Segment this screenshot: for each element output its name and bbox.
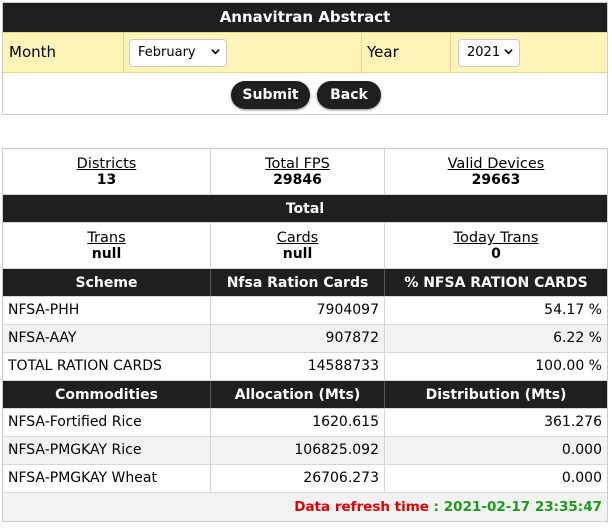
allocation-value: 26706.273 <box>211 465 385 492</box>
submit-button[interactable]: Submit <box>231 81 310 109</box>
today-trans-link[interactable]: Today Trans <box>385 230 607 246</box>
filter-panel: Annavitran Abstract Month February Year … <box>2 2 608 115</box>
column-header: Allocation (Mts) <box>211 381 385 408</box>
districts-link[interactable]: Districts <box>3 156 210 172</box>
refresh-time: 2021-02-17 23:35:47 <box>443 499 602 515</box>
districts-cell: Districts 13 <box>3 149 211 194</box>
table-row: NFSA-PMGKAY Wheat 26706.273 0.000 <box>3 465 607 493</box>
trans-cell: Trans null <box>3 223 211 268</box>
cards-cell: Cards null <box>211 223 385 268</box>
fps-cell: Total FPS 29846 <box>211 149 385 194</box>
trans-value: null <box>91 246 122 262</box>
chevron-down-icon <box>211 49 220 55</box>
month-select[interactable]: February <box>129 39 227 67</box>
percent-value: 54.17 % <box>544 302 602 318</box>
table-row: NFSA-Fortified Rice 1620.615 361.276 <box>3 409 607 437</box>
month-label: Month <box>9 43 57 61</box>
distribution-value: 361.276 <box>544 414 602 430</box>
commodity-table-header: Commodities Allocation (Mts) Distributio… <box>3 381 607 409</box>
column-header: Scheme <box>3 269 211 296</box>
button-row: Submit Back <box>3 73 607 113</box>
refresh-row: Data refresh time : 2021-02-17 23:35:47 <box>3 493 607 521</box>
filter-row: Month February Year 2021 <box>3 32 607 73</box>
scheme-name: TOTAL RATION CARDS <box>3 353 211 380</box>
total-row: Trans null Cards null Today Trans 0 <box>3 223 607 269</box>
column-header: Nfsa Ration Cards <box>211 269 385 296</box>
cards-value: null <box>282 246 313 262</box>
distribution-value: 0.000 <box>561 470 602 486</box>
column-header: Distribution (Mts) <box>425 387 567 403</box>
chevron-down-icon <box>504 49 513 55</box>
refresh-separator: : <box>433 499 440 515</box>
today-trans-value: 0 <box>491 246 501 262</box>
distribution-value: 0.000 <box>561 442 602 458</box>
summary-row: Districts 13 Total FPS 29846 Valid Devic… <box>3 149 607 195</box>
scheme-name: NFSA-PHH <box>3 297 211 324</box>
ration-cards-value: 907872 <box>211 325 385 352</box>
back-button[interactable]: Back <box>317 81 381 109</box>
ration-cards-value: 7904097 <box>211 297 385 324</box>
allocation-value: 106825.092 <box>211 437 385 464</box>
allocation-value: 1620.615 <box>211 409 385 436</box>
cards-link[interactable]: Cards <box>211 230 384 246</box>
today-trans-cell: Today Trans 0 <box>385 223 607 268</box>
scheme-table-header: Scheme Nfsa Ration Cards % NFSA RATION C… <box>3 269 607 297</box>
year-label: Year <box>367 43 399 61</box>
devices-cell: Valid Devices 29663 <box>385 149 607 194</box>
commodity-name: NFSA-Fortified Rice <box>3 409 211 436</box>
valid-devices-value: 29663 <box>471 172 521 188</box>
total-fps-link[interactable]: Total FPS <box>211 156 384 172</box>
table-row: TOTAL RATION CARDS 14588733 100.00 % <box>3 353 607 381</box>
trans-link[interactable]: Trans <box>3 230 210 246</box>
valid-devices-link[interactable]: Valid Devices <box>385 156 607 172</box>
table-row: NFSA-PHH 7904097 54.17 % <box>3 297 607 325</box>
scheme-name: NFSA-AAY <box>3 325 211 352</box>
refresh-label: Data refresh time <box>294 499 429 515</box>
column-header: Commodities <box>3 381 211 408</box>
table-row: NFSA-AAY 907872 6.22 % <box>3 325 607 353</box>
ration-cards-value: 14588733 <box>211 353 385 380</box>
total-heading: Total <box>3 195 607 223</box>
commodity-name: NFSA-PMGKAY Wheat <box>3 465 211 492</box>
year-select[interactable]: 2021 <box>458 39 520 67</box>
month-select-value: February <box>138 45 196 60</box>
panel-title: Annavitran Abstract <box>3 3 607 32</box>
total-fps-value: 29846 <box>273 172 322 188</box>
stats-panel: Districts 13 Total FPS 29846 Valid Devic… <box>2 148 608 522</box>
table-row: NFSA-PMGKAY Rice 106825.092 0.000 <box>3 437 607 465</box>
percent-value: 6.22 % <box>553 330 602 346</box>
districts-value: 13 <box>96 172 117 188</box>
commodity-name: NFSA-PMGKAY Rice <box>3 437 211 464</box>
column-header: % NFSA RATION CARDS <box>404 275 588 291</box>
year-select-value: 2021 <box>467 45 501 60</box>
percent-value: 100.00 % <box>535 358 602 374</box>
